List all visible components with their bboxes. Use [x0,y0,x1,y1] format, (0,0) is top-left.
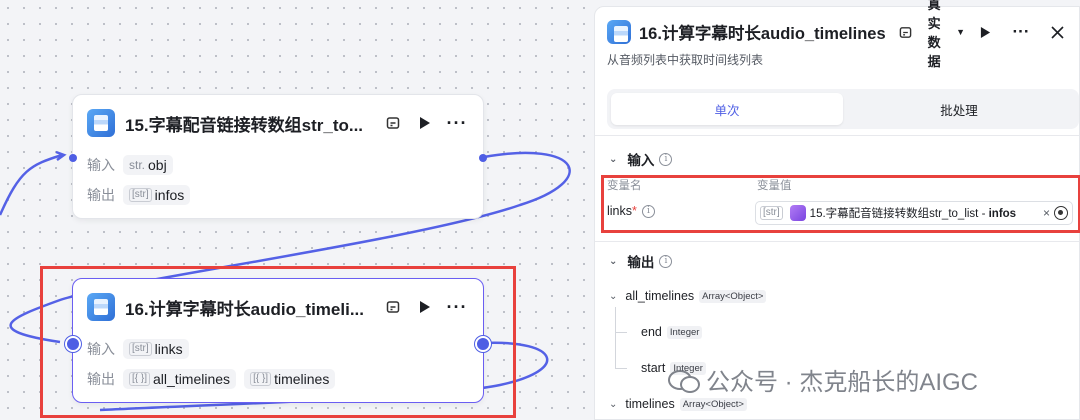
node-15-str-to-list[interactable]: 15.字幕配音链接转数组str_to... ··· 输入 str. obj 输出… [69,94,487,219]
section-title: 输入 [627,153,655,168]
type-tag: [str] [760,206,783,220]
output-name: all_timelines [153,371,231,387]
output-row: 输出 [str] infos [87,185,198,205]
more-icon[interactable]: ··· [445,111,469,135]
output-section-header[interactable]: ⌄ 输出 i [609,251,673,271]
reference-source: 15.字幕配音链接转数组str_to_list - [809,208,989,220]
more-icon[interactable]: ··· [445,295,469,319]
section-title: 输出 [627,255,655,270]
type-tag: Array<Object> [699,289,767,303]
input-port[interactable] [65,336,81,352]
chevron-down-icon: ⌄ [609,255,618,267]
input-section-header[interactable]: ⌄ 输入 i [609,149,673,169]
tab-batch[interactable]: 批处理 [843,93,1075,125]
workflow-canvas[interactable]: 15.字幕配音链接转数组str_to... ··· 输入 str. obj 输出… [0,0,592,420]
node-title: 15.字幕配音链接转数组str_to... [125,115,364,135]
tree-line [615,307,616,369]
wechat-icon [668,368,700,393]
debug-icon[interactable] [381,295,405,319]
output-item-name: all_timelines [625,289,695,303]
node-16-audio-timelines[interactable]: 16.计算字幕时长audio_timeli... ··· 输入 [str] li… [65,278,491,403]
output-name: timelines [274,371,330,387]
column-header-name: 变量名 [607,180,642,192]
code-node-icon [87,109,115,137]
debug-icon[interactable] [894,20,918,44]
output-item-name: start [641,361,666,375]
type-tag: [str] [129,188,152,202]
code-node-icon [87,293,115,321]
data-mode-label: 真实数据 [927,0,941,69]
input-name: links [154,341,183,357]
node-ref-icon [789,205,806,221]
watermark: 公众号 · 杰克船长的AIGC [668,362,978,397]
input-name: obj [148,157,167,173]
type-tag: [{ }] [129,372,151,386]
variable-value-input[interactable]: [str] 15.字幕配音链接转数组str_to_list - infos × [755,201,1073,225]
node-title: 16.计算字幕时长audio_timeli... [125,299,364,319]
caret-down-icon: ▼ [956,27,965,37]
output-port[interactable] [475,336,491,352]
input-port[interactable] [69,154,77,162]
required-mark: * [632,204,637,218]
input-chip: [str] links [123,339,189,359]
run-icon[interactable] [973,20,997,44]
chevron-down-icon: ⌄ [609,290,618,302]
input-chip: str. obj [123,155,173,175]
column-header-value: 变量值 [757,180,792,192]
type-tag: [str] [129,342,152,356]
info-icon: i [659,152,673,166]
type-tag: Array<Object> [679,397,747,411]
input-row: 输入 [str] links [87,339,197,359]
input-label: 输入 [87,157,115,173]
type-tag: Integer [666,325,703,339]
output-chip: [{ }] all_timelines [123,369,237,389]
debug-icon[interactable] [381,111,405,135]
divider [595,241,1079,242]
node-detail-panel: 16.计算字幕时长audio_timelines 真实数据 ▼ ··· 从音频列… [594,0,1080,420]
output-item[interactable]: ⌄ timelines Array<Object> [609,397,747,411]
tree-branch [615,368,627,369]
type-tag: [{ }] [250,372,272,386]
clear-icon[interactable]: × [1043,206,1050,220]
run-mode-tabs: 单次 批处理 [607,89,1079,129]
output-label: 输出 [87,371,115,387]
close-icon[interactable] [1045,20,1069,44]
tree-branch [615,332,627,333]
data-mode-select[interactable]: 真实数据 ▼ [928,0,965,70]
info-icon: i [641,204,655,218]
info-icon: i [659,254,673,268]
output-label: 输出 [87,187,115,203]
watermark-text: 公众号 · 杰克船长的AIGC [706,369,979,396]
output-chip: [str] infos [123,185,191,205]
type-tag: str. [129,158,146,172]
divider [595,135,1079,136]
panel-description: 从音频列表中获取时间线列表 [607,53,764,67]
output-item-name: end [641,325,662,339]
variable-name: links * i [607,204,655,218]
more-icon[interactable]: ··· [1009,20,1033,44]
output-row: 输出 [{ }] all_timelines [{ }] timelines [87,369,343,389]
run-icon[interactable] [413,295,437,319]
code-node-icon [607,20,631,44]
chevron-down-icon: ⌄ [609,153,618,165]
output-item-name: timelines [625,397,675,411]
output-item: end Integer [641,325,703,339]
reference-text: 15.字幕配音链接转数组str_to_list - infos [810,205,1039,221]
run-icon[interactable] [413,111,437,135]
chevron-down-icon: ⌄ [609,398,618,410]
variable-name-text: links [607,204,633,218]
output-name: infos [154,187,185,203]
reference-field: infos [988,208,1017,220]
input-row: 输入 str. obj [87,155,181,175]
output-item[interactable]: ⌄ all_timelines Array<Object> [609,289,767,303]
panel-title: 16.计算字幕时长audio_timelines [639,25,886,43]
input-label: 输入 [87,341,115,357]
tab-single[interactable]: 单次 [611,93,843,125]
output-port[interactable] [479,154,487,162]
output-chip: [{ }] timelines [244,369,336,389]
target-icon[interactable] [1054,206,1068,220]
